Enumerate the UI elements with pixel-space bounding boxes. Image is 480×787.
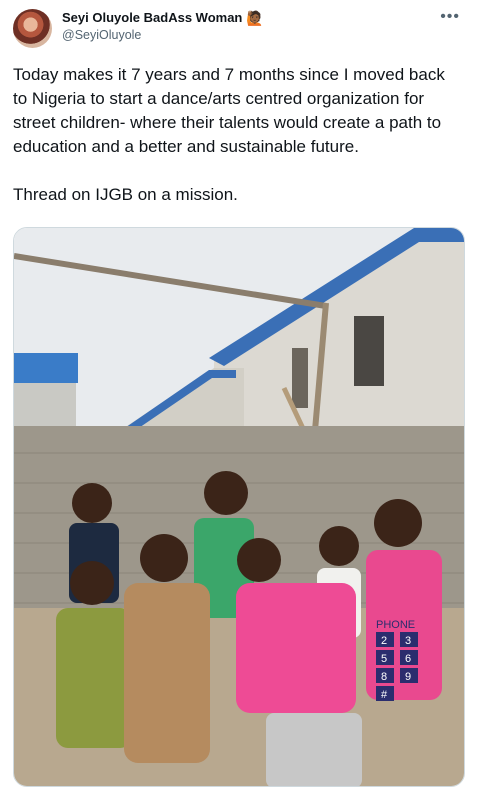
more-options-icon[interactable]: ••• [440,8,460,26]
tweet-text: Today makes it 7 years and 7 months sinc… [13,65,445,204]
tweet: Seyi Oluyole BadAss Woman 🙋🏾 @SeyiOluyol… [0,0,480,787]
author-block: Seyi Oluyole BadAss Woman 🙋🏾 @SeyiOluyol… [62,10,264,42]
author-name[interactable]: Seyi Oluyole BadAss Woman [62,10,242,25]
jersey-number: # [381,689,388,701]
jersey-number: 5 [381,653,387,665]
author-emoji: 🙋🏾 [246,9,264,26]
avatar[interactable] [13,9,52,48]
jersey-number: 9 [405,671,411,683]
jersey-number: 8 [381,671,387,683]
author-name-row: Seyi Oluyole BadAss Woman 🙋🏾 [62,10,264,25]
jersey-number: 2 [381,635,387,647]
photo-illustration: PHONE 2 3 5 6 8 9 # [14,228,464,786]
window-2 [292,348,308,408]
window [354,316,384,386]
jersey-text: PHONE [376,619,415,631]
left-roof [14,353,78,383]
jersey-number: 3 [405,635,411,647]
author-handle[interactable]: @SeyiOluyole [62,28,264,42]
jersey-number: 6 [405,653,411,665]
tweet-photo[interactable]: PHONE 2 3 5 6 8 9 # [13,227,465,787]
